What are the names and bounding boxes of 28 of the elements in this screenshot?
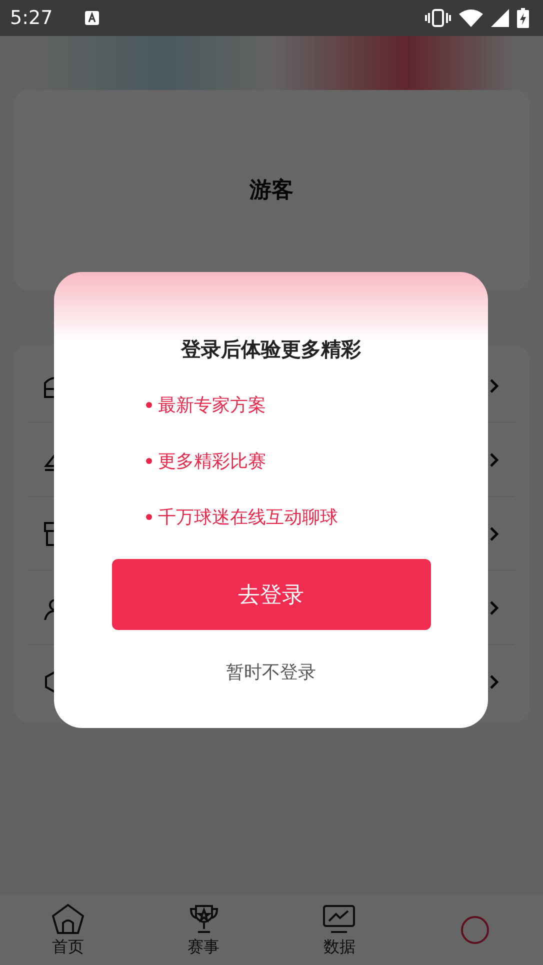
vibrate-icon — [425, 9, 451, 27]
chevron-icon — [489, 526, 499, 542]
tab[interactable]: 赛事 — [136, 902, 272, 958]
notification-icon — [84, 11, 99, 25]
bullet-icon — [146, 458, 152, 464]
bullet-icon — [146, 514, 152, 520]
battery-icon — [517, 8, 529, 28]
chevron-icon — [489, 378, 499, 394]
chevron-icon — [489, 600, 499, 616]
wifi-icon — [459, 9, 483, 27]
dialog-title: 登录后体验更多精彩 — [181, 336, 361, 363]
feature-text: 最新专家方案 — [158, 394, 266, 417]
tab[interactable]: 首页 — [0, 902, 136, 958]
login-button[interactable]: 去登录 — [112, 559, 430, 630]
tab[interactable]: 数据 — [272, 902, 408, 958]
feature-text: 千万球迷在线互动聊球 — [158, 506, 338, 529]
chevron-icon — [489, 452, 499, 468]
chevron-icon — [489, 674, 499, 690]
skip-link[interactable]: 暂时不登录 — [226, 660, 316, 684]
hexagon-icon — [44, 670, 54, 694]
signal-icon — [491, 9, 509, 27]
profile-name: 游客 — [250, 176, 294, 205]
box-icon — [44, 522, 54, 546]
chart-icon — [322, 902, 356, 934]
feature-text: 更多精彩比赛 — [158, 450, 266, 473]
home-icon — [50, 902, 85, 934]
status-time: 5:27 — [10, 7, 53, 29]
bullet-icon — [146, 402, 152, 408]
